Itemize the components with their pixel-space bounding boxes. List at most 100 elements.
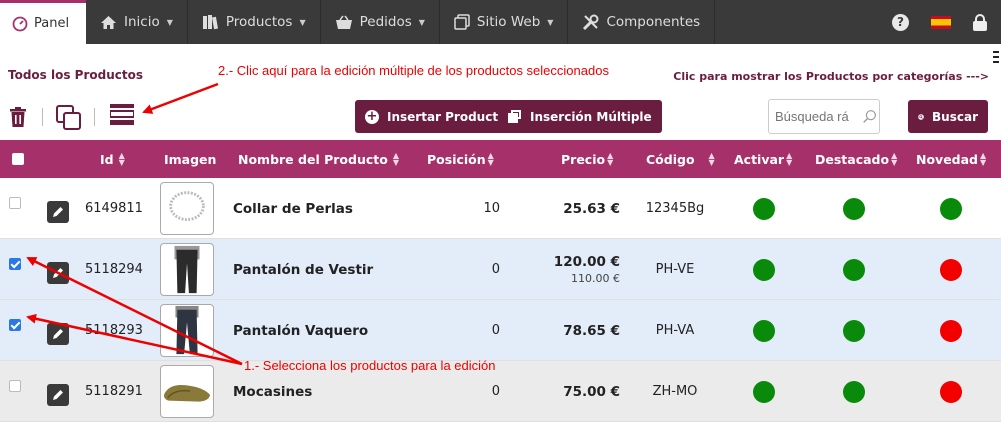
column-header-position[interactable]: Posición ▲ ▼ [427,140,494,178]
nav-item-componentes[interactable]: Componentes [568,0,716,44]
table-row[interactable]: 6149811 Collar de Perlas 10 25.63 € 12345Bg [0,178,1001,239]
product-position: 0 [491,262,500,277]
product-name[interactable]: Pantalón de Vestir [233,239,373,300]
new-cell [940,300,962,361]
nav-right-tools: ? [892,0,1001,44]
search-icon [863,109,876,123]
nav-item-inicio[interactable]: Inicio ▼ [86,0,188,44]
column-header-active[interactable]: Activar ▲ ▼ [734,140,792,178]
product-thumbnail[interactable] [160,182,214,235]
product-code: PH-VE [655,262,695,277]
active-cell [753,239,775,300]
column-header-featured[interactable]: Destacado ▲ ▼ [815,140,897,178]
lock-icon[interactable] [973,13,987,31]
product-code: PH-VA [655,323,695,338]
column-header-new[interactable]: Novedad ▲ ▼ [916,140,986,178]
select-all-checkbox[interactable] [12,153,24,165]
column-header-code[interactable]: Código ▲ ▼ [646,140,715,178]
row-select-cell [9,355,21,416]
nav-item-sitio-web[interactable]: Sitio Web ▼ [440,0,569,44]
featured-status-toggle[interactable] [843,380,865,403]
table-row[interactable]: 5118294 Pantalón de Vestir 0 120.00 € 110.00… [0,239,1001,300]
active-cell [753,300,775,361]
bulk-edit-icon[interactable] [110,104,134,126]
price-cell: 78.65 € [520,300,620,361]
product-price: 25.63 € [563,200,620,217]
product-name[interactable]: Pantalón Vaquero [233,300,368,361]
product-price: 120.00 € [553,254,620,270]
active-status-toggle[interactable] [753,319,775,342]
image-cell [160,178,214,239]
new-status-toggle[interactable] [940,258,962,281]
table-row[interactable]: 5118293 Pantalón Vaquero 0 78.65 € PH-VA [0,300,1001,361]
row-checkbox[interactable] [9,257,21,270]
edit-button[interactable] [47,383,69,406]
nav-item-label: Componentes [606,14,701,30]
search-field[interactable] [768,99,880,134]
product-name[interactable]: Collar de Perlas [233,178,353,239]
nav-item-label: Sitio Web [476,14,541,30]
category-view-link[interactable]: Clic para mostrar los Productos por cate… [673,70,989,83]
multiple-insert-button[interactable]: Inserción Múltiple [498,100,662,133]
sort-icon: ▲ ▼ [708,151,715,167]
edit-button[interactable] [47,261,69,284]
edit-cell [47,181,69,242]
featured-cell [843,239,865,300]
chevron-down-icon: ▼ [299,17,306,27]
pencil-icon [53,206,63,217]
column-header-price[interactable]: Precio ▲ ▼ [561,140,613,178]
product-thumbnail[interactable] [160,243,214,296]
sort-icon: ▲ ▼ [786,151,793,167]
chevron-down-icon: ▼ [547,17,554,27]
search-button[interactable]: Buscar [908,100,988,133]
duplicate-icon[interactable] [56,105,82,131]
pencil-icon [53,328,63,339]
image-cell [160,239,214,300]
edit-button[interactable] [47,200,69,223]
featured-status-toggle[interactable] [843,197,865,220]
table-row[interactable]: 5118291 Mocasines 0 75.00 € ZH-MO [0,361,1001,422]
featured-cell [843,361,865,422]
active-status-toggle[interactable] [753,197,775,220]
help-icon[interactable]: ? [892,13,909,31]
spain-flag-icon[interactable] [931,15,951,29]
edit-cell [47,242,69,303]
nav-panel-tab[interactable]: Panel [0,0,86,44]
dashboard-icon [12,16,28,31]
page-title: Todos los Productos [8,68,143,82]
product-id: 5118294 [85,262,143,277]
tools-icon [583,14,599,30]
product-position: 10 [483,201,500,216]
trash-icon[interactable] [10,107,26,127]
row-checkbox[interactable] [9,318,21,331]
featured-status-toggle[interactable] [843,319,865,342]
nav-item-pedidos[interactable]: Pedidos ▼ [321,0,440,44]
annotation-step-2: 2.- Clic aquí para la edición múltiple d… [218,63,609,78]
active-status-toggle[interactable] [753,258,775,281]
featured-cell [843,300,865,361]
insert-product-label: Insertar Producto [387,109,507,124]
edit-button[interactable] [47,322,69,345]
scroll-handle-icon[interactable] [993,50,999,64]
home-icon [101,15,116,29]
row-select-cell [9,172,21,233]
product-thumbnail[interactable] [160,365,214,418]
insert-product-button[interactable]: + Insertar Producto [355,100,517,133]
row-checkbox[interactable] [9,196,21,209]
sort-icon: ▲ ▼ [607,151,614,167]
product-code: ZH-MO [652,384,698,399]
featured-status-toggle[interactable] [843,258,865,281]
nav-item-productos[interactable]: Productos ▼ [188,0,321,44]
column-header-name[interactable]: Nombre del Producto ▲ ▼ [238,140,399,178]
chevron-down-icon: ▼ [166,17,173,27]
basket-icon [335,15,352,29]
new-status-toggle[interactable] [940,380,962,403]
row-checkbox[interactable] [9,379,21,392]
sort-icon: ▲ ▼ [392,151,399,167]
search-input[interactable] [775,109,859,124]
product-thumbnail[interactable] [160,304,214,357]
active-status-toggle[interactable] [753,380,775,403]
new-status-toggle[interactable] [940,197,962,220]
column-header-id[interactable]: Id ▲ ▼ [100,140,125,178]
new-status-toggle[interactable] [940,319,962,342]
